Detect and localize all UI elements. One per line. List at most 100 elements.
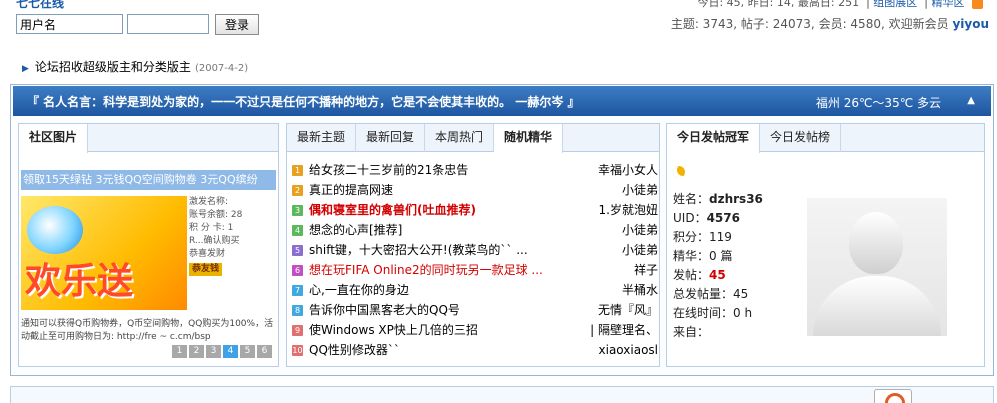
info-uid-label: UID： — [673, 211, 707, 225]
topic-author-link[interactable]: 小徒弟 — [622, 220, 658, 240]
pager-button-4[interactable]: 4 — [223, 345, 238, 358]
topic-number-badge: 6 — [292, 264, 303, 276]
panel-tabs: 今日发帖冠军 今日发帖榜 — [667, 124, 984, 153]
topic-title-link[interactable]: shift键，十大密招大公开!(教菜鸟的`` ... — [309, 240, 618, 260]
info-uid: UID：4576 — [673, 209, 763, 228]
promo-side-info: 激发名称: 账号余额: 28 积 分 卡: 1 R...确认购买 恭喜发财 恭友… — [189, 196, 277, 310]
avatar[interactable] — [807, 198, 947, 336]
pager-button-1[interactable]: 1 — [172, 345, 187, 358]
new-member-link[interactable]: yiyou — [952, 17, 989, 31]
topic-number-badge: 1 — [292, 164, 303, 176]
promo-chip: 恭友钱 — [189, 263, 223, 276]
info-today-label: 发帖： — [673, 268, 710, 282]
topic-title-link[interactable]: 真正的提高网速 — [309, 180, 618, 200]
stat-max: 最高日: 251 — [797, 0, 860, 9]
info-from: 来自： — [673, 325, 710, 339]
topic-author-link[interactable]: 幸福小女人 — [598, 160, 658, 180]
announcement-date: (2007-4-2) — [194, 63, 249, 74]
promo-image-text: 欢乐送 — [25, 260, 134, 302]
topic-row[interactable]: 4 想念的心声[推荐] 小徒弟 — [292, 220, 658, 240]
pager-button-5[interactable]: 5 — [240, 345, 255, 358]
top-poster-panel: 今日发帖冠军 今日发帖榜 姓名：dzhrs36 UID：4576 积分：119 … — [666, 123, 985, 367]
info-today-value: 45 — [709, 268, 726, 282]
topic-list: 1 给女孩二十三岁前的21条忠告 幸福小女人 2 真正的提高网速 小徒弟 3 偶和寝室里的禽兽… — [292, 160, 658, 360]
promo-side-line: 积 分 卡: 1 — [189, 223, 234, 233]
username-input[interactable] — [16, 14, 123, 34]
promo-image[interactable]: 欢乐送 — [21, 196, 187, 310]
scrolling-notice[interactable]: 领取15天绿钻 3元钱QQ空间购物卷 3元QQ缤纷 — [21, 170, 276, 190]
info-name: 姓名：dzhrs36 — [673, 190, 763, 209]
tab-random-digest[interactable]: 随机精华 — [494, 124, 564, 153]
topic-row[interactable]: 5 shift键，十大密招大公开!(教菜鸟的`` ... 小徒弟 — [292, 240, 658, 260]
topic-row[interactable]: 8 告诉你中国黑客老大的QQ号 无情『风』 — [292, 300, 658, 320]
topic-title-link[interactable]: QQ性别修改器`` — [309, 340, 595, 360]
welcome-text: 欢迎新会员 — [888, 17, 949, 31]
announcement-link[interactable]: 论坛招收超级版主和分类版主 — [35, 60, 191, 74]
topic-author-link[interactable]: 小徒弟 — [622, 240, 658, 260]
moon-icon — [673, 166, 685, 178]
pager-button-6[interactable]: 6 — [257, 345, 272, 358]
topic-title-link[interactable]: 使Windows XP快上几倍的三招 — [309, 320, 586, 340]
topic-number-badge: 8 — [292, 304, 303, 316]
stat-today: 今日: 45, — [697, 0, 745, 9]
topic-row[interactable]: 3 偶和寝室里的禽兽们(吐血推荐) 1.岁就泡妞 — [292, 200, 658, 220]
info-uid-value: 4576 — [706, 211, 740, 225]
pager-button-2[interactable]: 2 — [189, 345, 204, 358]
topic-title-link[interactable]: 心,一直在你的身边 — [309, 280, 618, 300]
forum-stats-totals: 主题: 3743, 帖子: 24073, 会员: 4580, 欢迎新会员 yiy… — [671, 15, 989, 32]
digest-link[interactable]: 精华区 — [932, 0, 965, 9]
info-digest: 精华：0 篇 — [673, 249, 733, 263]
topic-row[interactable]: 1 给女孩二十三岁前的21条忠告 幸福小女人 — [292, 160, 658, 180]
topic-title-link[interactable]: 想念的心声[推荐] — [309, 220, 618, 240]
site-name[interactable]: 七七在线 — [16, 0, 64, 11]
weather-info: 福州 26℃～35℃ 多云 — [815, 96, 941, 110]
info-name-value[interactable]: dzhrs36 — [709, 192, 763, 206]
topic-row[interactable]: 10 QQ性别修改器`` xiaoxiaosl — [292, 340, 658, 360]
avatar-body-shape — [813, 276, 941, 336]
password-input[interactable] — [127, 14, 209, 34]
stat-topics: 主题: 3743, — [670, 17, 738, 31]
topic-title-link[interactable]: 偶和寝室里的禽兽们(吐血推荐) — [309, 200, 595, 220]
announcement: ▶ 论坛招收超级版主和分类版主 (2007-4-2) — [22, 58, 248, 75]
rss-icon[interactable] — [972, 0, 983, 9]
topic-title-link[interactable]: 给女孩二十三岁前的21条忠告 — [309, 160, 594, 180]
info-name-label: 姓名： — [673, 192, 710, 206]
topic-row[interactable]: 2 真正的提高网速 小徒弟 — [292, 180, 658, 200]
topic-title-link[interactable]: 想在玩FIFA Online2的同时玩另一款足球 ... — [309, 260, 630, 280]
login-button[interactable]: 登录 — [215, 14, 259, 35]
pager-button-3[interactable]: 3 — [206, 345, 221, 358]
promo-side-line: 恭喜发财 — [189, 249, 226, 259]
info-total-posts: 总发帖量：45 — [673, 287, 749, 301]
topics-panel: 最新主题 最新回复 本周热门 随机精华 1 给女孩二十三岁前的21条忠告 幸福小女人… — [286, 123, 660, 367]
info-online-time: 在线时间：0 h — [673, 306, 753, 320]
tab-today-ranking[interactable]: 今日发帖榜 — [760, 124, 842, 152]
community-pictures-panel: 社区图片 领取15天绿钻 3元钱QQ空间购物卷 3元QQ缤纷 欢乐送 激发名称:… — [18, 123, 279, 367]
topic-row[interactable]: 9 使Windows XP快上几倍的三招 | 隔壁理名、 — [292, 320, 658, 340]
topic-author-link[interactable]: 无情『风』 — [598, 300, 658, 320]
promo-side-line: 账号余额: 28 — [189, 210, 243, 220]
panel-tabs: 最新主题 最新回复 本周热门 随机精华 — [287, 124, 659, 153]
topic-author-link[interactable]: 半桶水 — [622, 280, 658, 300]
topic-author-link[interactable]: 小徒弟 — [622, 180, 658, 200]
bottom-widget-icon[interactable] — [874, 389, 912, 403]
collapse-icon[interactable]: ▲ — [967, 95, 975, 106]
gallery-link[interactable]: 组图展区 — [873, 0, 917, 9]
topic-author-link[interactable]: 祥子 — [634, 260, 658, 280]
topic-author-link[interactable]: 1.岁就泡妞 — [599, 200, 658, 220]
topic-title-link[interactable]: 告诉你中国黑客老大的QQ号 — [309, 300, 594, 320]
topic-author-link[interactable]: xiaoxiaosl — [599, 340, 658, 360]
user-info: 姓名：dzhrs36 UID：4576 积分：119 精华：0 篇 发帖：45 … — [673, 190, 763, 342]
topic-row[interactable]: 6 想在玩FIFA Online2的同时玩另一款足球 ... 祥子 — [292, 260, 658, 280]
tab-latest-replies[interactable]: 最新回复 — [356, 124, 426, 152]
promo-side-line: R...确认购买 — [189, 236, 240, 246]
famous-quote: 『 名人名言：科学是到处为家的，一一不过只是任何不播种的地方，它是不会使其丰收的… — [27, 95, 580, 109]
topic-author-link[interactable]: | 隔壁理名、 — [590, 320, 658, 340]
tab-latest-topics[interactable]: 最新主题 — [287, 124, 357, 152]
topic-row[interactable]: 7 心,一直在你的身边 半桶水 — [292, 280, 658, 300]
tab-community-pictures[interactable]: 社区图片 — [19, 124, 89, 153]
forum-stats-today: 今日: 45, 昨日: 14, 最高日: 251 | 组图展区 | 精华区 — [697, 0, 983, 10]
info-today-posts: 发帖：45 — [673, 266, 763, 285]
tab-today-champion[interactable]: 今日发帖冠军 — [667, 124, 761, 153]
topic-number-badge: 7 — [292, 284, 303, 296]
tab-weekly-hot[interactable]: 本周热门 — [425, 124, 495, 152]
